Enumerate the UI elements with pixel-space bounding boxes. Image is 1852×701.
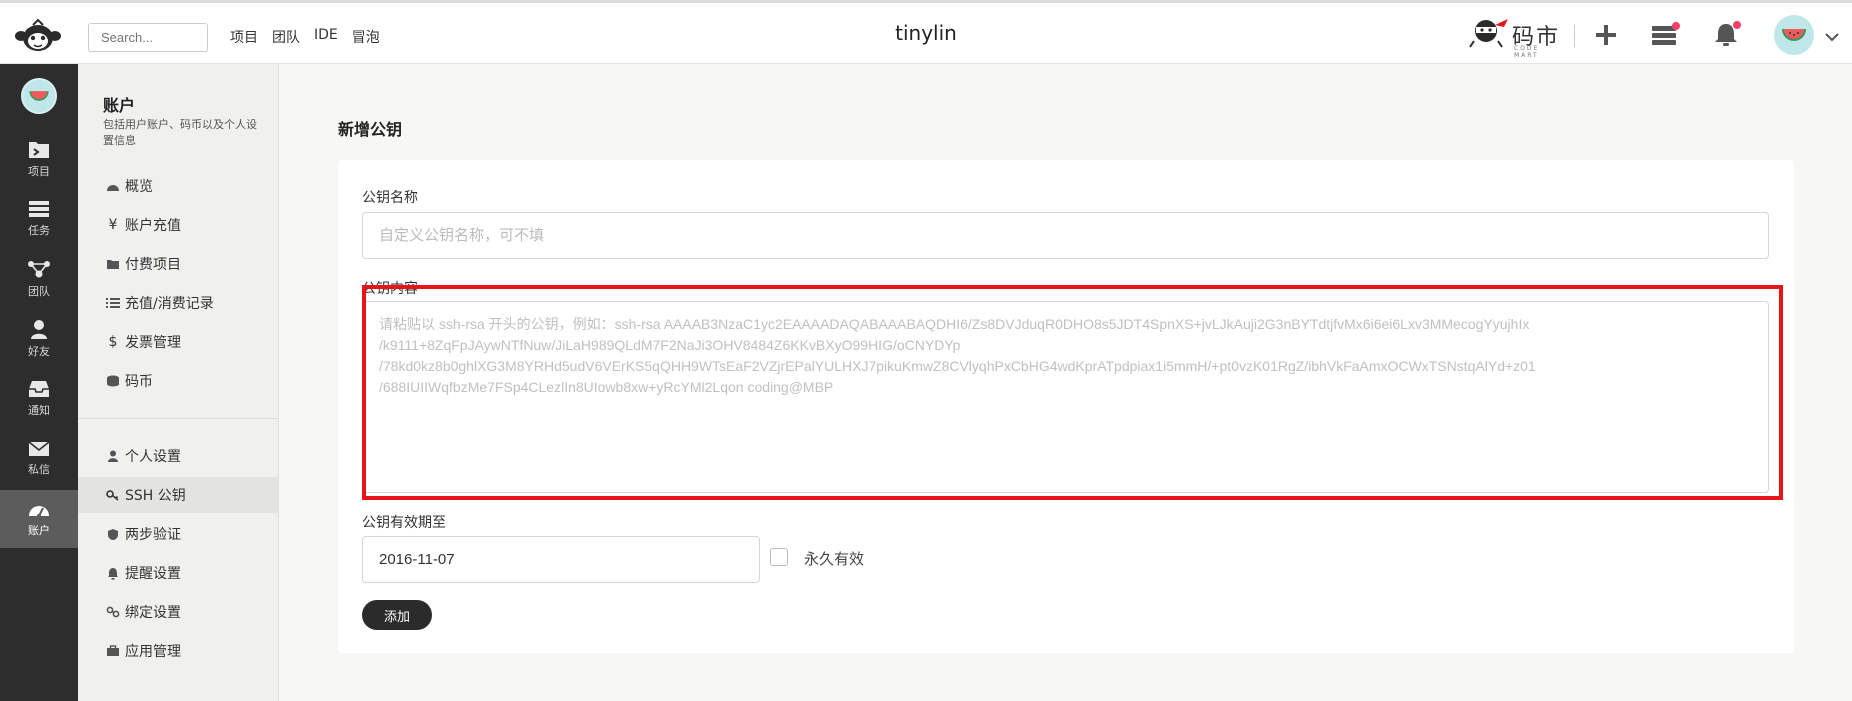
nav-team[interactable]: 团队 xyxy=(272,27,300,47)
bell-icon[interactable] xyxy=(1712,19,1744,51)
sidebar-item-coins[interactable]: 码币 xyxy=(78,363,278,399)
watermelon-icon xyxy=(29,91,49,101)
dashboard-icon xyxy=(29,506,49,518)
sidebar-item-label: 码币 xyxy=(125,374,153,390)
primary-sidebar: 项目 任务 团队 好友 通知 私信 账户 xyxy=(0,64,78,701)
top-nav: 项目 团队 IDE 冒泡 xyxy=(230,27,394,47)
sidebar-item-label: 账户 xyxy=(28,524,50,537)
sidebar-item-label: 提醒设置 xyxy=(125,566,181,582)
nav-bubble[interactable]: 冒泡 xyxy=(352,27,380,47)
page-title: 新增公钥 xyxy=(338,120,403,139)
sidebar-item-label: 充值/消费记录 xyxy=(125,296,214,312)
account-sidebar: 账户 包括用户账户、码币以及个人设置信息 概览 ¥ 账户充值 付费项目 充值/消… xyxy=(78,64,279,701)
sidebar-item-label: 私信 xyxy=(28,463,50,476)
dashboard-icon xyxy=(105,180,121,192)
bell-icon xyxy=(105,567,121,580)
coins-icon xyxy=(105,375,121,387)
sidebar-item-label: 付费项目 xyxy=(125,257,181,273)
codemart-brand[interactable]: 码市 CODE MART xyxy=(1466,13,1562,59)
sidebar-item-project[interactable]: 项目 xyxy=(0,130,78,188)
chevron-down-icon[interactable] xyxy=(1822,27,1842,47)
sidebar-item-apps[interactable]: 应用管理 xyxy=(78,633,278,669)
sidebar-item-label: SSH 公钥 xyxy=(125,488,186,504)
sidebar-item-account[interactable]: 账户 xyxy=(0,490,78,548)
sidebar-item-team[interactable]: 团队 xyxy=(0,250,78,308)
sidebar-item-message[interactable]: 私信 xyxy=(0,430,78,488)
sidebar-item-paid-projects[interactable]: 付费项目 xyxy=(78,246,278,282)
nav-project[interactable]: 项目 xyxy=(230,27,258,47)
yen-icon: ¥ xyxy=(108,217,118,233)
friend-icon xyxy=(31,320,47,339)
key-name-label: 公钥名称 xyxy=(362,190,418,206)
sidebar-item-label: 好友 xyxy=(28,345,50,358)
add-button[interactable]: 添加 xyxy=(362,600,432,630)
sidebar-item-records[interactable]: 充值/消费记录 xyxy=(78,285,278,321)
sidebar-item-label: 绑定设置 xyxy=(125,605,181,621)
ninja-mascot-icon xyxy=(1469,19,1508,48)
expiry-label: 公钥有效期至 xyxy=(362,515,446,531)
sidebar-item-label: 发票管理 xyxy=(125,335,181,351)
sidebar-item-label: 团队 xyxy=(28,285,50,298)
user-icon xyxy=(105,450,121,462)
dollar-icon: $ xyxy=(108,334,118,350)
nav-ide[interactable]: IDE xyxy=(314,27,338,47)
key-name-input[interactable] xyxy=(362,212,1769,259)
permanent-label: 永久有效 xyxy=(804,550,865,568)
list-icon xyxy=(105,297,121,309)
account-sidebar-title: 账户 xyxy=(103,96,136,115)
sidebar-item-label: 任务 xyxy=(28,224,50,237)
sidebar-item-overview[interactable]: 概览 xyxy=(78,168,278,204)
server-icon[interactable] xyxy=(1650,19,1682,51)
briefcase-icon xyxy=(105,645,121,657)
project-icon xyxy=(29,142,49,158)
sidebar-item-bindings[interactable]: 绑定设置 xyxy=(78,594,278,630)
brand-subtext: CODE MART xyxy=(1514,45,1540,59)
search-input[interactable] xyxy=(88,23,208,52)
sidebar-divider xyxy=(78,418,278,419)
sidebar-item-notice[interactable]: 通知 xyxy=(0,370,78,428)
sidebar-item-label: 概览 xyxy=(125,179,153,195)
sidebar-item-ssh-keys[interactable]: SSH 公钥 xyxy=(78,477,278,513)
key-content-label: 公钥内容 xyxy=(362,281,418,297)
shield-icon xyxy=(105,528,121,541)
permanent-checkbox[interactable] xyxy=(770,548,788,566)
account-sidebar-description: 包括用户账户、码币以及个人设置信息 xyxy=(103,118,257,147)
key-icon xyxy=(105,489,121,501)
header-divider xyxy=(1574,25,1575,47)
sidebar-item-label: 通知 xyxy=(28,404,50,417)
user-avatar[interactable] xyxy=(1774,15,1814,55)
mail-icon xyxy=(28,441,50,456)
inbox-icon xyxy=(29,381,49,397)
sidebar-item-personal-settings[interactable]: 个人设置 xyxy=(78,438,278,474)
key-content-textarea[interactable] xyxy=(362,301,1769,493)
expiry-date-input[interactable] xyxy=(362,536,760,583)
sidebar-avatar[interactable] xyxy=(21,78,57,114)
sidebar-item-task[interactable]: 任务 xyxy=(0,190,78,248)
sidebar-item-two-factor[interactable]: 两步验证 xyxy=(78,516,278,552)
sidebar-item-label: 账户充值 xyxy=(125,218,181,234)
plus-icon[interactable] xyxy=(1590,19,1622,51)
coding-logo-icon[interactable] xyxy=(14,16,62,54)
top-header: 项目 团队 IDE 冒泡 tinylin 码市 CODE MART xyxy=(0,0,1852,64)
sidebar-item-label: 两步验证 xyxy=(125,527,181,543)
sidebar-item-recharge[interactable]: ¥ 账户充值 xyxy=(78,207,278,243)
link-icon xyxy=(105,606,121,618)
folder-icon xyxy=(105,258,121,270)
sidebar-item-friend[interactable]: 好友 xyxy=(0,310,78,368)
sidebar-item-reminders[interactable]: 提醒设置 xyxy=(78,555,278,591)
team-icon xyxy=(28,261,50,278)
sidebar-item-label: 应用管理 xyxy=(125,644,181,660)
sidebar-item-label: 项目 xyxy=(28,165,50,178)
task-icon xyxy=(29,201,49,217)
sidebar-item-label: 个人设置 xyxy=(125,449,181,465)
sidebar-item-invoices[interactable]: $ 发票管理 xyxy=(78,324,278,360)
page-header-title: tinylin xyxy=(895,21,957,45)
watermelon-icon xyxy=(1782,29,1806,41)
